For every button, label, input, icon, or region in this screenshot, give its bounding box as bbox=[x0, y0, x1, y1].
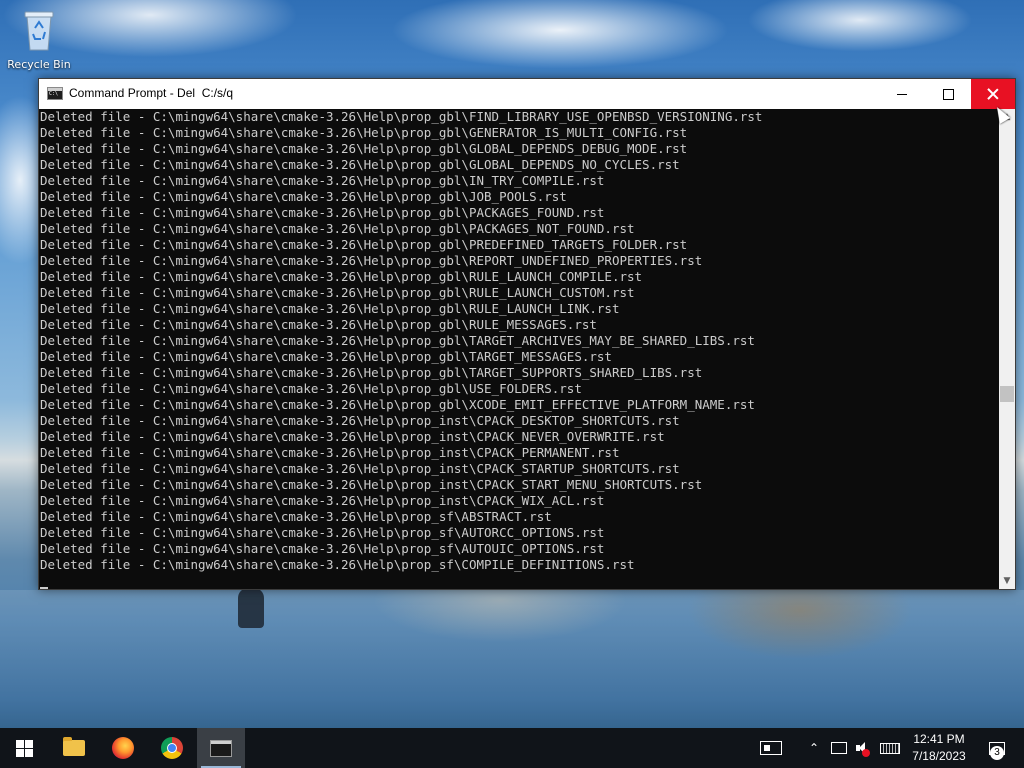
tray-news[interactable] bbox=[756, 728, 786, 768]
tray-network[interactable] bbox=[828, 728, 850, 768]
tray-overflow-button[interactable]: ⌃ bbox=[804, 728, 824, 768]
news-icon bbox=[760, 741, 782, 755]
scroll-down-button[interactable]: ▼ bbox=[999, 573, 1015, 589]
console-line: Deleted file - C:\mingw64\share\cmake-3.… bbox=[40, 525, 605, 540]
console-line: Deleted file - C:\mingw64\share\cmake-3.… bbox=[40, 493, 605, 508]
console-line: Deleted file - C:\mingw64\share\cmake-3.… bbox=[40, 109, 763, 124]
minimize-button[interactable] bbox=[879, 79, 925, 109]
chrome-icon bbox=[161, 737, 183, 759]
desktop-icon-recycle-bin[interactable]: Recycle Bin bbox=[6, 8, 72, 71]
minimize-icon bbox=[897, 93, 907, 95]
wallpaper-reflection bbox=[0, 590, 1024, 728]
close-icon bbox=[987, 88, 999, 100]
console-line: Deleted file - C:\mingw64\share\cmake-3.… bbox=[40, 381, 582, 396]
keyboard-icon bbox=[880, 742, 900, 754]
desktop-icon-label: Recycle Bin bbox=[7, 58, 71, 71]
vertical-scrollbar[interactable]: ▲ ▼ bbox=[999, 109, 1015, 589]
cmd-icon bbox=[210, 739, 232, 757]
tray-keyboard[interactable] bbox=[878, 728, 902, 768]
console-line: Deleted file - C:\mingw64\share\cmake-3.… bbox=[40, 253, 703, 268]
firefox-icon bbox=[112, 737, 134, 759]
console-line: Deleted file - C:\mingw64\share\cmake-3.… bbox=[40, 269, 643, 284]
clock-date: 7/18/2023 bbox=[912, 749, 966, 763]
chevron-up-icon: ⌃ bbox=[808, 741, 820, 755]
windows-logo-icon bbox=[15, 739, 33, 757]
console-line: Deleted file - C:\mingw64\share\cmake-3.… bbox=[40, 397, 755, 412]
mute-indicator-icon bbox=[862, 749, 870, 757]
clock-time: 12:41 PM bbox=[913, 732, 965, 746]
taskbar-file-explorer[interactable] bbox=[50, 728, 98, 768]
command-prompt-window[interactable]: Command Prompt - Del C:/s/q Deleted file… bbox=[38, 78, 1016, 590]
notification-count-badge: 3 bbox=[990, 746, 1004, 760]
close-button[interactable] bbox=[971, 79, 1015, 109]
console-line: Deleted file - C:\mingw64\share\cmake-3.… bbox=[40, 557, 635, 572]
maximize-button[interactable] bbox=[925, 79, 971, 109]
console-line: Deleted file - C:\mingw64\share\cmake-3.… bbox=[40, 301, 620, 316]
folder-icon bbox=[63, 737, 85, 756]
console-line: Deleted file - C:\mingw64\share\cmake-3.… bbox=[40, 157, 680, 172]
taskbar: ⌃ 12:41 PM 7/18/2023 bbox=[0, 728, 1024, 768]
console-line: Deleted file - C:\mingw64\share\cmake-3.… bbox=[40, 205, 605, 220]
console-line: Deleted file - C:\mingw64\share\cmake-3.… bbox=[40, 349, 612, 364]
console-line: Deleted file - C:\mingw64\share\cmake-3.… bbox=[40, 461, 680, 476]
console-line: Deleted file - C:\mingw64\share\cmake-3.… bbox=[40, 173, 605, 188]
console-line: Deleted file - C:\mingw64\share\cmake-3.… bbox=[40, 317, 597, 332]
console-line: Deleted file - C:\mingw64\share\cmake-3.… bbox=[40, 141, 688, 156]
console-line: Deleted file - C:\mingw64\share\cmake-3.… bbox=[40, 429, 665, 444]
console-line: Deleted file - C:\mingw64\share\cmake-3.… bbox=[40, 413, 680, 428]
text-cursor bbox=[40, 587, 48, 589]
scrollbar-thumb[interactable] bbox=[1000, 386, 1014, 402]
start-button[interactable] bbox=[0, 728, 48, 768]
console-line: Deleted file - C:\mingw64\share\cmake-3.… bbox=[40, 285, 635, 300]
recycle-bin-icon bbox=[24, 11, 54, 51]
console-line: Deleted file - C:\mingw64\share\cmake-3.… bbox=[40, 445, 620, 460]
network-icon bbox=[831, 742, 847, 754]
console-line: Deleted file - C:\mingw64\share\cmake-3.… bbox=[40, 221, 635, 236]
taskbar-firefox[interactable] bbox=[99, 728, 147, 768]
taskbar-command-prompt[interactable] bbox=[197, 728, 245, 768]
console-line: Deleted file - C:\mingw64\share\cmake-3.… bbox=[40, 541, 605, 556]
taskbar-clock[interactable]: 12:41 PM 7/18/2023 bbox=[904, 728, 974, 768]
taskbar-chrome[interactable] bbox=[148, 728, 196, 768]
console-line: Deleted file - C:\mingw64\share\cmake-3.… bbox=[40, 189, 567, 204]
chevron-down-icon: ▼ bbox=[1003, 576, 1011, 586]
console-output[interactable]: Deleted file - C:\mingw64\share\cmake-3.… bbox=[39, 109, 999, 589]
cmd-icon bbox=[47, 87, 63, 100]
window-titlebar[interactable]: Command Prompt - Del C:/s/q bbox=[39, 79, 1015, 109]
console-line: Deleted file - C:\mingw64\share\cmake-3.… bbox=[40, 365, 703, 380]
maximize-icon bbox=[942, 88, 954, 100]
console-line: Deleted file - C:\mingw64\share\cmake-3.… bbox=[40, 125, 688, 140]
tray-volume[interactable] bbox=[852, 728, 874, 768]
console-line: Deleted file - C:\mingw64\share\cmake-3.… bbox=[40, 333, 755, 348]
console-line: Deleted file - C:\mingw64\share\cmake-3.… bbox=[40, 509, 552, 524]
window-title: Command Prompt - Del C:/s/q bbox=[69, 86, 234, 100]
wallpaper-figure bbox=[238, 588, 264, 628]
console-line: Deleted file - C:\mingw64\share\cmake-3.… bbox=[40, 477, 703, 492]
console-line: Deleted file - C:\mingw64\share\cmake-3.… bbox=[40, 237, 688, 252]
